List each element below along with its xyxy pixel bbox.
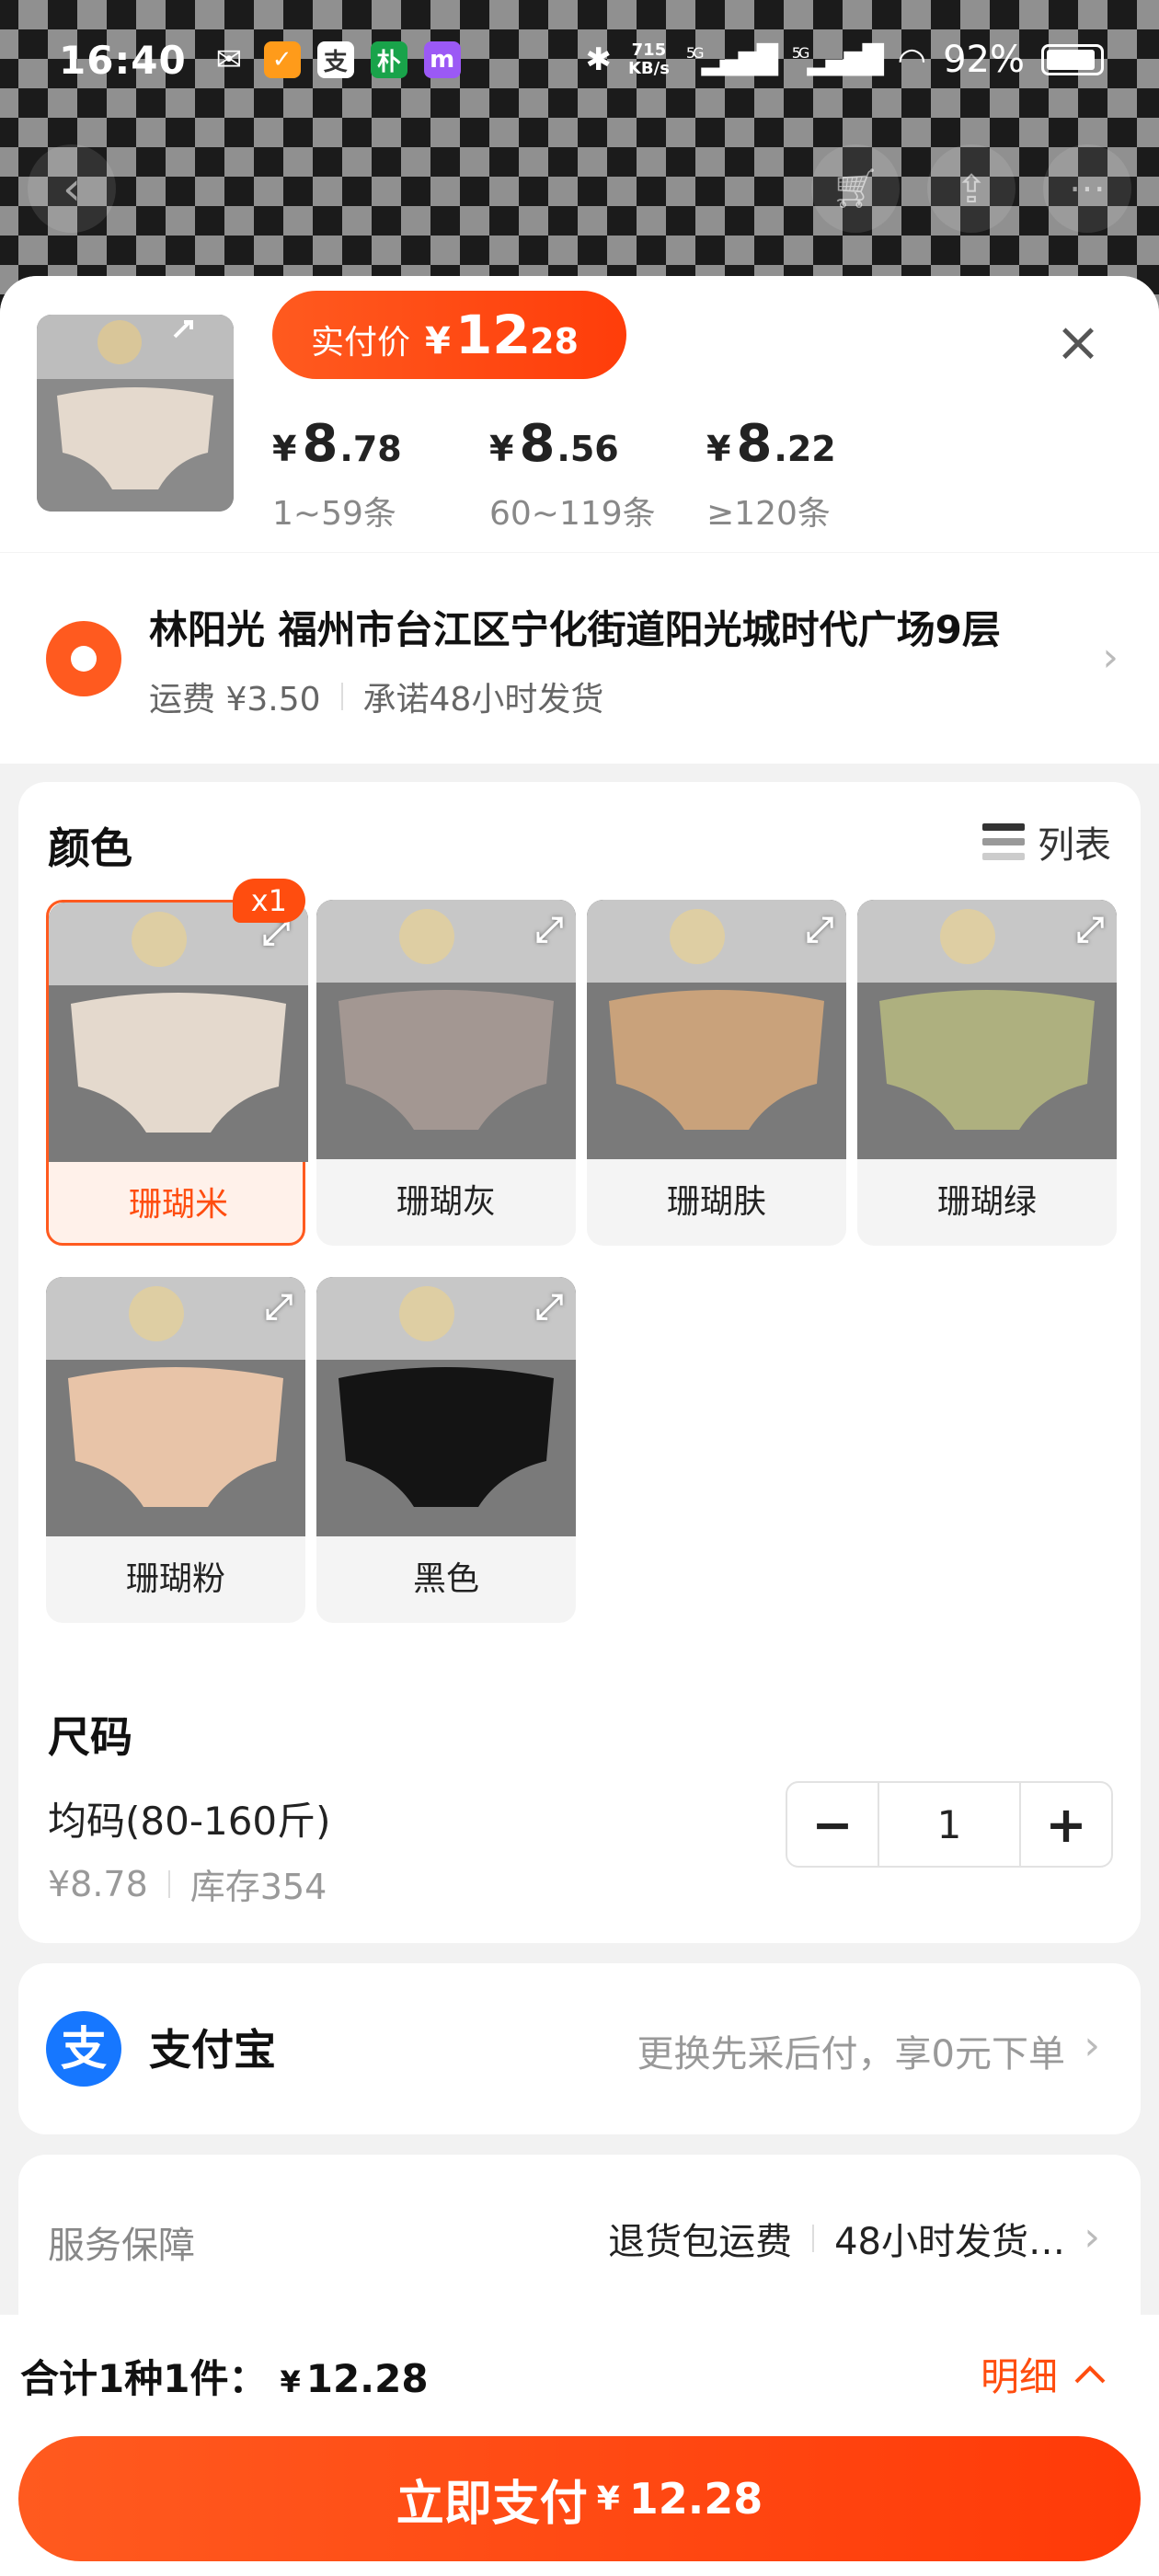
- tier-range: ≥120条: [706, 495, 831, 533]
- color-option[interactable]: ⤢ 珊瑚肤: [587, 900, 846, 1246]
- selected-count-badge: x1: [232, 879, 305, 923]
- paid-price-pill: 实付价 ¥ 12.28: [272, 291, 626, 379]
- location-pin-icon: [46, 621, 121, 696]
- payment-method-name: 支付宝: [149, 2025, 276, 2075]
- expand-icon[interactable]: ⤢: [535, 909, 563, 950]
- taobao-icon: ✓: [263, 41, 301, 78]
- list-icon: [982, 823, 1025, 860]
- price-tiers: ¥ 8.78 1~59条 ¥ 8.56 60~119条 ¥ 8.22 ≥120条: [272, 414, 924, 535]
- share-icon[interactable]: ⇪: [927, 144, 1016, 233]
- bluetooth-icon: ✱: [585, 41, 612, 78]
- price-detail-toggle[interactable]: 明细: [981, 2346, 1107, 2402]
- chevron-up-icon: [1074, 2364, 1106, 2383]
- battery-fill: [1047, 50, 1095, 70]
- color-option[interactable]: ⤢ 珊瑚灰: [316, 900, 576, 1246]
- status-right: ✱ 715 KB/s 5G▂▄▆█ 5G▂▄▆█ ◠ 92%: [585, 39, 1104, 81]
- color-option[interactable]: ⤢ 珊瑚粉: [46, 1277, 305, 1623]
- expand-icon[interactable]: ⤢: [1076, 909, 1104, 950]
- service-item: 退货包运费: [608, 2221, 793, 2263]
- divider: [167, 1869, 170, 1898]
- checkout-footer: 合计1种1件： ¥ 12.28 明细 立即支付 ¥ 12.28: [0, 2315, 1159, 2576]
- shipping-fee: 运费 ¥3.50: [149, 681, 321, 719]
- size-option-label: 均码(80-160斤): [48, 1799, 331, 1844]
- payment-hint: 更换先采后付，享0元下单: [637, 2033, 1065, 2076]
- status-time: 16:40: [59, 37, 187, 83]
- back-icon[interactable]: ‹: [28, 144, 116, 233]
- expand-icon[interactable]: ⤢: [265, 1286, 293, 1328]
- color-option[interactable]: ⤢ 珊瑚绿: [857, 900, 1117, 1246]
- product-thumbnail-image: [37, 315, 234, 512]
- address-name: 林阳光 福州市台江区宁化街道阳光城时代广场9层: [149, 607, 1001, 652]
- paid-price-value: ¥ 12.28: [425, 304, 579, 366]
- expand-icon[interactable]: ⤢: [806, 909, 833, 950]
- total-label: 合计1种1件：: [20, 2356, 268, 2401]
- signal-icon-2: 5G▂▄▆█: [791, 43, 884, 76]
- chevron-right-icon: ›: [1084, 2214, 1100, 2260]
- close-icon[interactable]: ×: [1052, 315, 1104, 370]
- network-speed: 715 KB/s: [627, 40, 670, 78]
- color-option-label: 黑色: [412, 1560, 479, 1598]
- app-notif-icon: 朴: [370, 41, 407, 78]
- total-amount: 12.28: [305, 2356, 429, 2401]
- sheet-header: 实付价 ¥ 12.28 × ¥ 8.78 1~59条 ¥ 8.56 60~119…: [0, 276, 1159, 552]
- product-thumbnail[interactable]: [37, 315, 234, 512]
- quantity-value[interactable]: 1: [878, 1783, 1021, 1866]
- sku-card: 颜色 列表 x1 ⤢ 珊瑚米 ⤢ 珊瑚灰 ⤢ 珊瑚肤 ⤢ 珊瑚绿 ⤢ 珊瑚粉 ⤢…: [18, 782, 1141, 1943]
- size-price: ¥8.78: [48, 1863, 148, 1904]
- sku-sheet: 实付价 ¥ 12.28 × ¥ 8.78 1~59条 ¥ 8.56 60~119…: [0, 276, 1159, 2576]
- divider: [340, 683, 343, 710]
- address-sub: 运费 ¥3.50 承诺48小时发货: [149, 673, 603, 720]
- quantity-stepper: − 1 +: [786, 1781, 1113, 1868]
- size-stock: 库存354: [189, 1867, 327, 1907]
- pay-now-button[interactable]: 立即支付 ¥ 12.28: [18, 2436, 1141, 2561]
- service-row[interactable]: 服务保障 退货包运费 48小时发货… ›: [18, 2155, 1141, 2339]
- service-title: 服务保障: [48, 2225, 195, 2267]
- price-tier: ¥ 8.22 ≥120条: [706, 414, 924, 535]
- signal-icon: 5G▂▄▆█: [685, 43, 778, 76]
- battery-icon: [1041, 44, 1104, 75]
- nav-bar: ‹ 🛒︎ ⇪ ⋯: [0, 138, 1159, 239]
- color-title: 颜色: [48, 823, 132, 873]
- divider: [812, 2225, 815, 2252]
- wifi-icon: ◠: [897, 40, 927, 79]
- tier-range: 60~119条: [489, 495, 656, 533]
- alipay-icon: 支: [46, 2011, 121, 2087]
- status-bar: 16:40 ✉ ✓ 支 朴 m ✱ 715 KB/s 5G▂▄▆█ 5G▂▄▆█…: [0, 0, 1159, 120]
- color-option-label: 珊瑚粉: [125, 1560, 225, 1598]
- list-view-toggle[interactable]: 列表: [982, 815, 1111, 868]
- chevron-right-icon: ›: [1084, 2022, 1100, 2069]
- size-title: 尺码: [48, 1712, 132, 1762]
- more-icon[interactable]: ⋯: [1043, 144, 1131, 233]
- color-option-label: 珊瑚米: [128, 1186, 228, 1224]
- m-app-icon: m: [423, 41, 461, 78]
- address-row[interactable]: 林阳光 福州市台江区宁化街道阳光城时代广场9层 运费 ¥3.50 承诺48小时发…: [0, 552, 1159, 764]
- service-item: 48小时发货…: [834, 2221, 1065, 2263]
- color-option-label: 珊瑚灰: [396, 1183, 496, 1221]
- notification-icons: ✉ ✓ 支 朴 m: [211, 41, 461, 78]
- service-items: 退货包运费 48小时发货…: [608, 2212, 1065, 2265]
- color-option-label: 珊瑚绿: [936, 1183, 1037, 1221]
- payment-method-row[interactable]: 支 支付宝 更换先采后付，享0元下单 ›: [18, 1963, 1141, 2134]
- color-option[interactable]: x1 ⤢ 珊瑚米: [46, 879, 308, 1246]
- order-total: 合计1种1件： ¥ 12.28: [20, 2348, 429, 2404]
- cart-icon[interactable]: 🛒︎: [811, 144, 900, 233]
- expand-icon[interactable]: ⤢: [535, 1286, 563, 1328]
- alipay-notif-icon: 支: [316, 41, 354, 78]
- color-option-label: 珊瑚肤: [666, 1183, 766, 1221]
- tier-range: 1~59条: [272, 495, 396, 533]
- price-tier: ¥ 8.56 60~119条: [489, 414, 706, 535]
- paid-price-label: 实付价: [311, 324, 411, 362]
- price-tier: ¥ 8.78 1~59条: [272, 414, 489, 535]
- wechat-icon: ✉: [215, 41, 242, 78]
- size-option-meta: ¥8.78 库存354: [48, 1858, 327, 1909]
- battery-text: 92%: [943, 39, 1025, 81]
- increase-button[interactable]: +: [1021, 1783, 1111, 1866]
- shipping-promise: 承诺48小时发货: [362, 681, 604, 719]
- color-option[interactable]: ⤢ 黑色: [316, 1277, 576, 1623]
- decrease-button[interactable]: −: [787, 1783, 878, 1866]
- chevron-right-icon: ›: [1102, 634, 1119, 681]
